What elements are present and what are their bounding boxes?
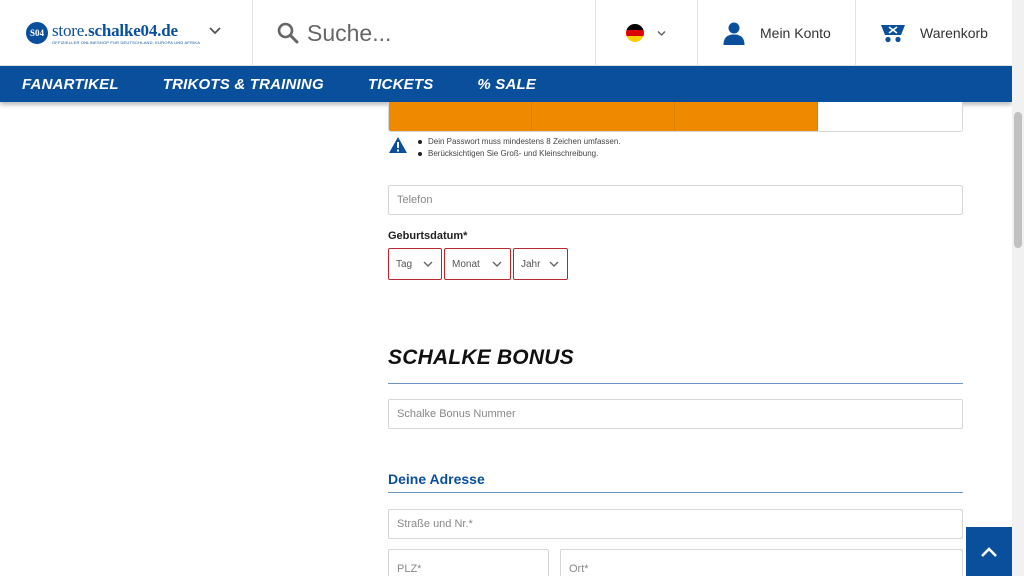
language-selector[interactable] — [596, 0, 698, 66]
password-hint: Berücksichtigen Sie Groß- und Kleinschre… — [416, 148, 621, 160]
top-header: S04 store.schalke04.de OFFIZIELLER ONLIN… — [0, 0, 1012, 66]
user-icon — [723, 22, 745, 45]
chevron-down-icon — [549, 261, 559, 267]
section-divider — [388, 383, 963, 384]
birth-month-select[interactable]: Monat — [444, 248, 511, 280]
search-icon[interactable] — [277, 22, 299, 44]
chevron-down-icon — [423, 261, 433, 267]
password-strength-meter — [388, 102, 963, 132]
nav-trikots-training[interactable]: Trikots & Training — [163, 76, 324, 93]
warning-icon — [389, 137, 407, 153]
search-bar — [253, 0, 596, 66]
scrollbar-thumb[interactable] — [1014, 112, 1022, 248]
city-field[interactable] — [560, 549, 963, 576]
chevron-up-icon — [981, 546, 997, 557]
birth-day-value: Tag — [396, 258, 413, 270]
logo-area[interactable]: S04 store.schalke04.de OFFIZIELLER ONLIN… — [0, 0, 253, 66]
bonus-section-title: SCHALKE BONUS — [388, 346, 574, 369]
main-navigation: Fanartikel Trikots & Training Tickets % … — [0, 66, 1012, 102]
cart-label: Warenkorb — [920, 25, 988, 41]
account-button[interactable]: Mein Konto — [698, 0, 856, 66]
password-hint: Dein Passwort muss mindestens 8 Zeichen … — [416, 136, 621, 148]
cart-button[interactable]: Warenkorb — [856, 0, 1012, 66]
store-logo[interactable]: store.schalke04.de OFFIZIELLER ONLINESHO… — [52, 21, 200, 45]
birthdate-label: Geburtsdatum* — [388, 230, 468, 242]
zip-field[interactable] — [388, 549, 549, 576]
chevron-down-icon — [657, 30, 666, 36]
page-scrollbar[interactable] — [1012, 0, 1024, 576]
section-divider — [388, 492, 963, 493]
cart-lorry-icon — [881, 25, 905, 43]
address-section-title: Deine Adresse — [388, 471, 485, 487]
strength-segment-empty — [818, 102, 962, 131]
nav-fanartikel[interactable]: Fanartikel — [22, 76, 119, 93]
search-input[interactable] — [307, 19, 577, 47]
back-to-top-button[interactable] — [966, 527, 1012, 576]
account-label: Mein Konto — [760, 25, 831, 41]
street-field[interactable] — [388, 509, 963, 539]
page: S04 store.schalke04.de OFFIZIELLER ONLIN… — [0, 0, 1024, 576]
birth-year-value: Jahr — [521, 258, 541, 270]
strength-segment — [532, 102, 675, 131]
logo-tagline: OFFIZIELLER ONLINESHOP FÜR DEUTSCHLAND, … — [52, 40, 201, 45]
birth-day-select[interactable]: Tag — [388, 248, 442, 280]
chevron-down-icon[interactable] — [208, 24, 222, 38]
birth-month-value: Monat — [452, 258, 480, 270]
nav-tickets[interactable]: Tickets — [368, 76, 434, 93]
chevron-down-icon — [492, 261, 502, 267]
german-flag-icon — [626, 24, 644, 42]
birth-year-select[interactable]: Jahr — [513, 248, 568, 280]
logo-prefix: store. — [52, 21, 89, 40]
schalke-crest-icon: S04 — [26, 22, 48, 44]
phone-field[interactable] — [388, 185, 963, 215]
logo-domain: schalke04.de — [88, 21, 178, 40]
nav-sale[interactable]: % Sale — [477, 76, 536, 93]
password-hints: Dein Passwort muss mindestens 8 Zeichen … — [388, 136, 621, 160]
strength-segment — [675, 102, 818, 131]
strength-segment — [389, 102, 532, 131]
bonus-number-field[interactable] — [388, 399, 963, 429]
